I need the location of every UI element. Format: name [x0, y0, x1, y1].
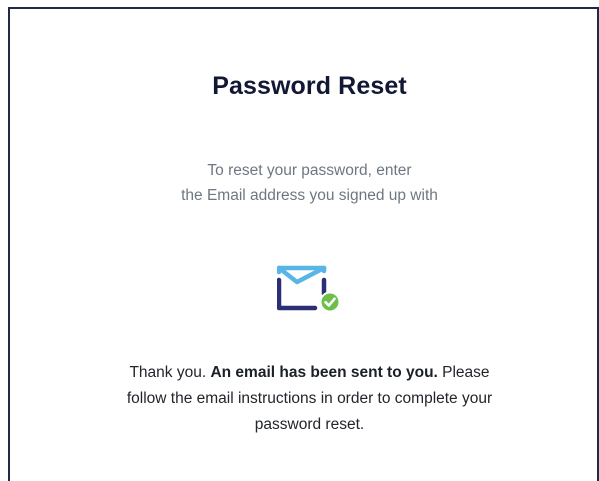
panel-border-top — [8, 7, 599, 9]
reset-instructions-line-1: To reset your password, enter — [207, 162, 412, 179]
page-title: Password Reset — [212, 72, 407, 100]
confirmation-message: Thank you. An email has been sent to you… — [0, 360, 599, 438]
reset-instructions: To reset your password, enter the Email … — [0, 158, 599, 208]
envelope-icon — [276, 265, 341, 313]
confirmation-emphasis: An email has been sent to you. — [210, 364, 438, 381]
confirmation-suffix: Please — [437, 364, 490, 381]
reset-instructions-line-2: the Email address you signed up with — [181, 187, 438, 204]
confirmation-line-3: password reset. — [254, 416, 365, 433]
password-reset-panel: Password Reset To reset your password, e… — [0, 0, 599, 481]
confirmation-line-2: follow the email instructions in order t… — [126, 390, 493, 407]
email-sent-check-icon — [276, 264, 343, 314]
confirmation-prefix: Thank you. — [129, 364, 211, 381]
confirmation-line-1: Thank you. An email has been sent to you… — [0, 360, 599, 386]
